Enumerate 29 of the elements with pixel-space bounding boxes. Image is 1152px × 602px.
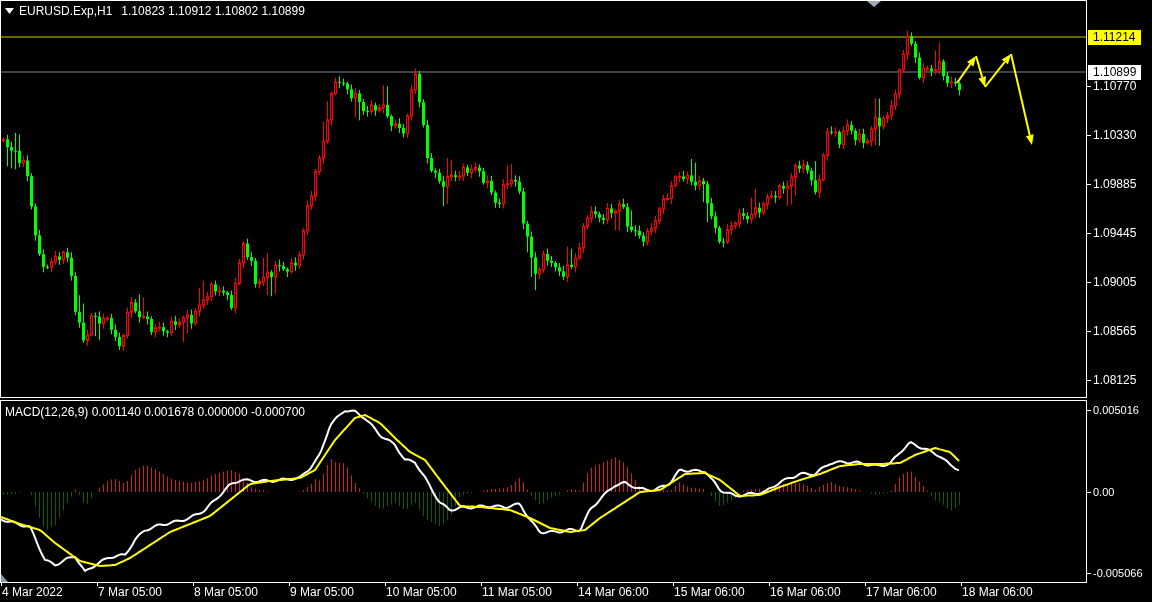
price-axis-label: 1.09005: [1093, 274, 1137, 290]
macd-axis-label: 0.005016: [1093, 403, 1139, 418]
macd-label: MACD(12,26,9) 0.001140 0.001678 0.000000 -0.000700: [5, 405, 305, 419]
time-axis-label: 15 Mar 06:00: [674, 584, 745, 600]
time-axis-label: 4 Mar 2022: [2, 584, 63, 600]
time-axis-label: 18 Mar 06:00: [962, 584, 1033, 600]
time-axis-label: 14 Mar 06:00: [578, 584, 649, 600]
macd-axis-label: -0.005066: [1093, 566, 1143, 581]
price-axis-label: 1.10330: [1093, 127, 1137, 143]
shift-marker-icon[interactable]: [867, 1, 881, 7]
macd-axis-label: 0.00: [1093, 484, 1115, 500]
price-axis-label: 1.09885: [1093, 176, 1137, 192]
time-axis-label: 8 Mar 05:00: [194, 584, 259, 600]
corner-triangle-icon: [1, 574, 8, 582]
price-axis-label: 1.10770: [1093, 78, 1137, 94]
time-axis-label: 16 Mar 06:00: [770, 584, 841, 600]
time-axis-label: 17 Mar 06:00: [866, 584, 937, 600]
bid-price-label: 1.10899: [1088, 65, 1142, 80]
time-axis-label: 10 Mar 05:00: [386, 584, 457, 600]
symbol-label: EURUSD.Exp,H1: [19, 3, 113, 19]
price-axis-label: 1.08125: [1093, 372, 1137, 388]
time-axis-label: 11 Mar 05:00: [482, 584, 552, 600]
time-axis-label: 9 Mar 05:00: [290, 584, 355, 600]
dropdown-arrow-icon[interactable]: [5, 8, 14, 14]
price-axis-label: 1.08565: [1093, 323, 1137, 339]
price-axis-label: 1.09445: [1093, 225, 1137, 241]
time-axis-label: 7 Mar 05:00: [98, 584, 163, 600]
ohlc-values: 1.10823 1.10912 1.10802 1.10899: [121, 3, 305, 19]
price-level-label: 1.11214: [1088, 30, 1141, 45]
